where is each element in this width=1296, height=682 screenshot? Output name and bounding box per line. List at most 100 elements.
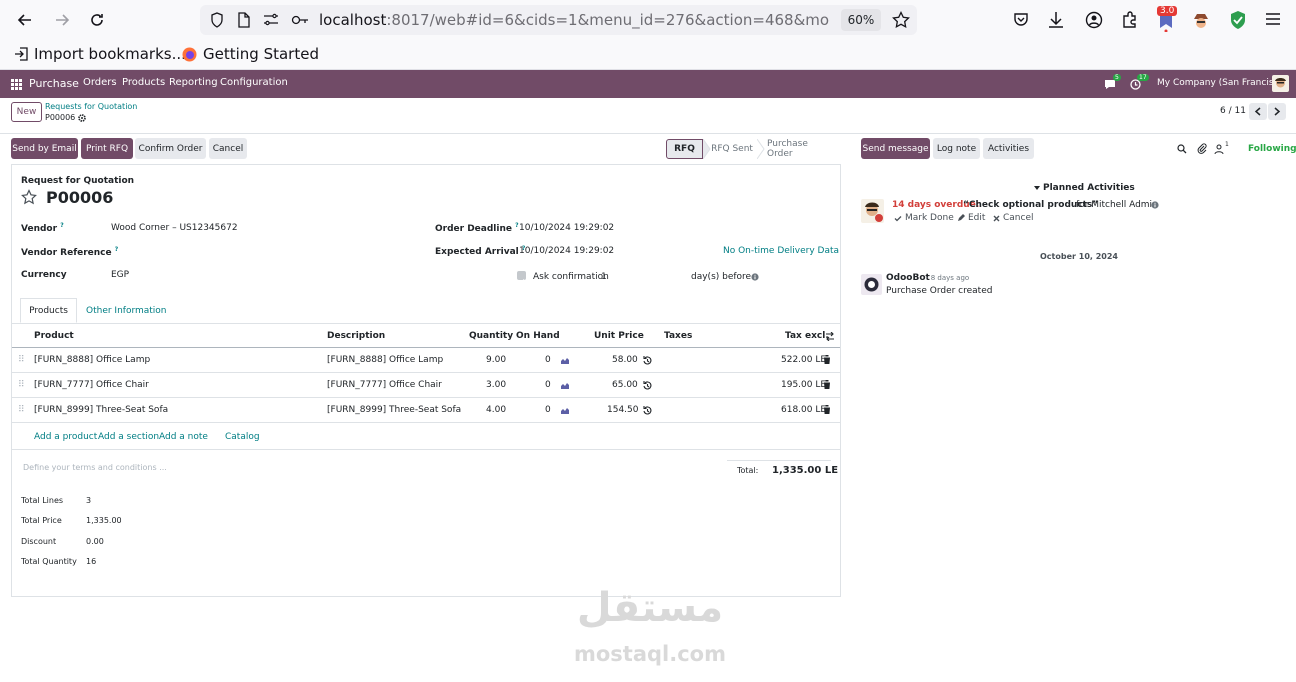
bookmark-star-icon[interactable] xyxy=(892,11,910,29)
extensions-icon[interactable] xyxy=(1121,11,1139,29)
tab-other-information[interactable]: Other Information xyxy=(86,306,167,316)
pocket-icon[interactable] xyxy=(1013,12,1029,28)
row-unit-price[interactable]: 154.50 xyxy=(607,405,639,415)
bookmark-import[interactable]: Import bookmarks... xyxy=(14,45,186,63)
order-deadline-field[interactable]: 10/10/2024 19:29:02 xyxy=(519,223,614,233)
col-on-hand[interactable]: On Hand xyxy=(516,331,560,341)
send-by-email-button[interactable]: Send by Email xyxy=(11,138,78,159)
menu-orders[interactable]: Orders xyxy=(83,77,117,88)
vendor-reference-field[interactable] xyxy=(111,244,411,258)
drag-handle-icon[interactable]: ⠿ xyxy=(18,405,25,415)
followers-icon[interactable] xyxy=(1214,144,1224,154)
watermark-logo: مستقل xyxy=(576,585,724,631)
history-icon[interactable] xyxy=(643,356,652,365)
vendor-field[interactable]: Wood Corner – US12345672 xyxy=(111,223,238,233)
row-quantity[interactable]: 3.00 xyxy=(486,380,506,390)
account-icon[interactable] xyxy=(1085,11,1103,29)
forecast-chart-icon[interactable] xyxy=(560,357,570,365)
col-description[interactable]: Description xyxy=(327,331,385,341)
spy-extension-icon[interactable] xyxy=(1192,11,1210,29)
add-section-link[interactable]: Add a section xyxy=(98,432,159,442)
row-product[interactable]: [FURN_7777] Office Chair xyxy=(34,380,149,390)
row-unit-price[interactable]: 58.00 xyxy=(612,355,638,365)
print-rfq-button[interactable]: Print RFQ xyxy=(81,138,133,159)
pager-previous[interactable] xyxy=(1249,103,1267,120)
hamburger-menu-icon[interactable] xyxy=(1266,13,1280,25)
back-button[interactable] xyxy=(13,8,37,32)
trash-icon[interactable] xyxy=(823,355,831,364)
row-description[interactable]: [FURN_8888] Office Lamp xyxy=(327,355,443,365)
edit-activity-button[interactable]: Edit xyxy=(957,213,985,223)
row-product[interactable]: [FURN_8999] Three-Seat Sofa xyxy=(34,405,168,415)
new-button[interactable]: New xyxy=(11,102,42,122)
app-grid-icon[interactable] xyxy=(11,79,22,90)
cancel-activity-button[interactable]: Cancel xyxy=(993,213,1034,223)
status-rfq-sent[interactable]: RFQ Sent xyxy=(711,139,753,159)
star-icon[interactable] xyxy=(21,189,37,205)
shield-extension-icon[interactable] xyxy=(1229,10,1247,30)
cancel-button[interactable]: Cancel xyxy=(209,138,247,159)
info-icon[interactable] xyxy=(751,273,759,281)
terms-conditions-field[interactable]: Define your terms and conditions ... xyxy=(23,463,167,472)
row-unit-price[interactable]: 65.00 xyxy=(612,380,638,390)
user-avatar[interactable] xyxy=(1272,75,1289,92)
tab-products[interactable]: Products xyxy=(20,298,77,323)
paperclip-icon[interactable] xyxy=(1197,143,1207,154)
forecast-chart-icon[interactable] xyxy=(560,382,570,390)
info-icon[interactable] xyxy=(1151,201,1159,209)
trash-icon[interactable] xyxy=(823,380,831,389)
planned-activities-toggle[interactable]: Planned Activities xyxy=(1034,183,1135,193)
menu-reporting[interactable]: Reporting xyxy=(169,77,218,88)
zoom-level[interactable]: 60% xyxy=(841,9,881,31)
confirm-order-button[interactable]: Confirm Order xyxy=(135,138,206,159)
gear-icon[interactable] xyxy=(78,114,86,122)
ask-confirmation-checkbox[interactable] xyxy=(517,271,526,285)
col-product[interactable]: Product xyxy=(34,331,74,341)
activities-button[interactable]: Activities xyxy=(983,138,1034,159)
forecast-chart-icon[interactable] xyxy=(560,407,570,415)
optional-columns-icon[interactable] xyxy=(825,332,835,341)
on-time-delivery-link[interactable]: No On-time Delivery Data xyxy=(723,246,839,256)
row-quantity[interactable]: 4.00 xyxy=(486,405,506,415)
send-message-button[interactable]: Send message xyxy=(861,138,930,159)
drag-handle-icon[interactable]: ⠿ xyxy=(18,380,25,390)
ask-confirmation-days[interactable]: 1 xyxy=(601,272,607,282)
bookmark-getting-started[interactable]: Getting Started xyxy=(182,45,319,63)
vendor-help-icon[interactable]: ? xyxy=(60,222,63,229)
log-note-button[interactable]: Log note xyxy=(933,138,980,159)
app-name[interactable]: Purchase xyxy=(29,77,79,90)
col-taxes[interactable]: Taxes xyxy=(664,331,692,341)
col-tax-excl[interactable]: Tax excl. xyxy=(785,331,829,341)
row-product[interactable]: [FURN_8888] Office Lamp xyxy=(34,355,150,365)
trash-icon[interactable] xyxy=(823,405,831,414)
menu-products[interactable]: Products xyxy=(122,77,165,88)
row-description[interactable]: [FURN_7777] Office Chair xyxy=(327,380,442,390)
breadcrumb-parent[interactable]: Requests for Quotation xyxy=(45,102,137,111)
add-note-link[interactable]: Add a note xyxy=(159,432,208,442)
status-purchase-order[interactable]: Purchase Order xyxy=(767,139,835,159)
history-icon[interactable] xyxy=(643,381,652,390)
forward-button[interactable] xyxy=(50,8,74,32)
row-quantity[interactable]: 9.00 xyxy=(486,355,506,365)
pager-value[interactable]: 6 / 11 xyxy=(1220,106,1246,116)
message-author[interactable]: OdooBot xyxy=(886,273,930,283)
catalog-link[interactable]: Catalog xyxy=(225,432,260,442)
currency-field[interactable]: EGP xyxy=(111,270,129,280)
download-icon[interactable] xyxy=(1048,11,1064,29)
add-product-link[interactable]: Add a product xyxy=(34,432,97,442)
drag-handle-icon[interactable]: ⠿ xyxy=(18,355,25,365)
mark-done-button[interactable]: Mark Done xyxy=(894,213,954,223)
status-rfq[interactable]: RFQ xyxy=(666,139,703,159)
address-bar[interactable]: localhost:8017/web#id=6&cids=1&menu_id=2… xyxy=(200,5,917,35)
search-icon[interactable] xyxy=(1177,144,1187,154)
row-description[interactable]: [FURN_8999] Three-Seat Sofa xyxy=(327,405,461,415)
menu-configuration[interactable]: Configuration xyxy=(220,77,288,88)
history-icon[interactable] xyxy=(643,406,652,415)
col-quantity[interactable]: Quantity xyxy=(469,331,513,341)
pager-next[interactable] xyxy=(1268,103,1286,120)
company-switcher[interactable]: My Company (San Francisco) xyxy=(1157,78,1287,88)
col-unit-price[interactable]: Unit Price xyxy=(594,331,644,341)
following-button[interactable]: Following xyxy=(1248,144,1296,154)
expected-arrival-field[interactable]: 10/10/2024 19:29:02 xyxy=(519,246,614,256)
reload-button[interactable] xyxy=(85,8,109,32)
